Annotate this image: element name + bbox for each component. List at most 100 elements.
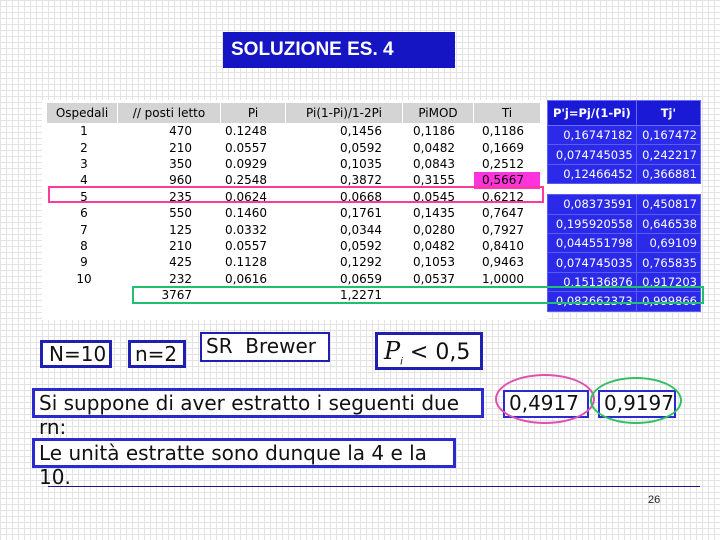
blue-cell: 0,450817 xyxy=(635,194,702,215)
condition-symbol: P xyxy=(384,337,401,365)
random-numbers-sentence: Si suppone di aver estratto i seguenti d… xyxy=(32,388,484,439)
blue-cell: 0,765835 xyxy=(635,252,702,273)
blue-row: 0,12466452 0,366881 xyxy=(547,163,702,185)
table-row: 3 350 0.0929 0,1035 0,0843 0,2512 xyxy=(47,155,541,173)
slide-title: SOLUZIONE ES. 4 xyxy=(223,32,455,68)
table-cell: 550 xyxy=(117,204,221,222)
table-cell: 0,1186 xyxy=(473,123,541,140)
table-cell: 0,1669 xyxy=(473,139,541,156)
conclusion-sentence: Le unità estratte sono dunque la 4 e la … xyxy=(32,438,456,489)
blue-row: 0,074745035 0,765835 xyxy=(547,252,702,273)
row-10-highlight-rect xyxy=(132,286,704,304)
table-cell: 0,0280 xyxy=(402,221,474,238)
condition-box: Pi < 0,5 xyxy=(375,332,483,370)
row-4-highlight-rect xyxy=(48,186,544,203)
table-cell: 0,1035 xyxy=(285,155,403,173)
blue-cell: 0,242217 xyxy=(635,144,702,165)
blue-row xyxy=(547,183,701,195)
table-cell: 0,1292 xyxy=(285,254,403,271)
table-cell: 1,0000 xyxy=(473,270,541,287)
blue-cell: 0,044551798 xyxy=(547,232,637,254)
blue-row: 0,16747182 0,167472 xyxy=(547,124,702,146)
blue-cell: 0,646538 xyxy=(635,213,702,234)
header-ospedali: Ospedali xyxy=(47,103,118,123)
table-cell: 0,0592 xyxy=(285,237,403,255)
table-cell: 0,1456 xyxy=(285,123,403,140)
table-cell: 0,2512 xyxy=(473,155,541,173)
table-cell: 425 xyxy=(117,254,221,271)
table-cell: 0,9463 xyxy=(473,254,541,271)
table-cell: 0,7927 xyxy=(473,221,541,238)
table-cell: 0.1460 xyxy=(220,204,286,222)
table-cell: 210 xyxy=(117,237,221,255)
rn2-ellipse xyxy=(590,377,682,424)
blue-cell: 0,16747182 xyxy=(547,124,637,146)
table-row: 2 210 0.0557 0,0592 0,0482 0,1669 xyxy=(47,139,541,156)
table-cell: 7 xyxy=(47,221,118,238)
blue-row: 0,044551798 0,69109 xyxy=(547,232,702,254)
table-cell: 0,1186 xyxy=(402,123,474,140)
blue-row: 0,074745035 0,242217 xyxy=(547,144,702,165)
blue-cell: 0,074745035 xyxy=(547,252,637,273)
table-cell: 0.0929 xyxy=(220,155,286,173)
table-cell: 0,0592 xyxy=(285,139,403,156)
table-cell: 0,0344 xyxy=(285,221,403,238)
header-pi: Pi xyxy=(220,103,286,123)
table-cell: 350 xyxy=(117,155,221,173)
blue-table-container: P'j=Pj/(1-Pi) Tj' 0,16747182 0,167472 0,07… xyxy=(547,100,702,312)
table-header-row: Ospedali // posti letto Pi Pi(1-Pi)/1-2P… xyxy=(47,103,541,123)
header-tj: Tj' xyxy=(635,100,702,126)
table-cell: 0.0557 xyxy=(220,139,286,156)
header-ti: Ti xyxy=(473,103,541,123)
table-cell: 9 xyxy=(47,254,118,271)
method-label: SR Brewer xyxy=(206,334,316,358)
rn1-ellipse xyxy=(495,374,595,424)
table-cell: 0,0616 xyxy=(220,270,286,287)
header-pi-formula: Pi(1-Pi)/1-2Pi xyxy=(285,103,403,123)
blue-row: 0,195920558 0,646538 xyxy=(547,213,702,234)
blue-row: 0,08373591 0,450817 xyxy=(547,194,702,215)
sample-size-box: n=2 xyxy=(128,340,186,368)
table-cell: 2 xyxy=(47,139,118,156)
table-row: 9 425 0.1128 0,1292 0,1053 0,9463 xyxy=(47,254,541,271)
table-cell: 0.0332 xyxy=(220,221,286,238)
header-pimod: PiMOD xyxy=(402,103,474,123)
table-cell: 0.1128 xyxy=(220,254,286,271)
table-cell: 10 xyxy=(47,270,118,287)
table-cell: 125 xyxy=(117,221,221,238)
page-number: 26 xyxy=(648,494,661,506)
table-row: 1 470 0.1248 0,1456 0,1186 0,1186 xyxy=(47,123,541,140)
table-row: 6 550 0.1460 0,1761 0,1435 0,7647 xyxy=(47,204,541,222)
table-cell: 0,8410 xyxy=(473,237,541,255)
table-cell: 8 xyxy=(47,237,118,255)
table-cell: 0.1248 xyxy=(220,123,286,140)
blue-cell xyxy=(547,183,637,195)
total-cell xyxy=(47,286,118,304)
blue-cell: 0,08373591 xyxy=(547,194,637,215)
blue-cell: 0,366881 xyxy=(635,163,702,185)
table-cell: 0,1053 xyxy=(402,254,474,271)
blue-cell: 0,195920558 xyxy=(547,213,637,234)
table-row: 8 210 0.0557 0,0592 0,0482 0,8410 xyxy=(47,237,541,255)
population-size-box: N=10 xyxy=(40,340,112,368)
header-pj: P'j=Pj/(1-Pi) xyxy=(547,100,637,126)
blue-header-row: P'j=Pj/(1-Pi) Tj' xyxy=(547,100,702,126)
table-cell: 6 xyxy=(47,204,118,222)
table-cell: 0,0537 xyxy=(402,270,474,287)
table-cell: 210 xyxy=(117,139,221,156)
header-posti-letto: // posti letto xyxy=(117,103,221,123)
blue-cell: 0,167472 xyxy=(635,124,702,146)
table-row: 7 125 0.0332 0,0344 0,0280 0,7927 xyxy=(47,221,541,238)
table-cell: 1 xyxy=(47,123,118,140)
table-cell: 470 xyxy=(117,123,221,140)
table-cell: 0,0843 xyxy=(402,155,474,173)
table-cell: 0,1761 xyxy=(285,204,403,222)
table-cell: 0,7647 xyxy=(473,204,541,222)
blue-cell: 0,69109 xyxy=(635,232,702,254)
table-cell: 232 xyxy=(117,270,221,287)
blue-cell xyxy=(636,183,701,195)
condition-rest: < 0,5 xyxy=(402,340,471,365)
blue-cell: 0,074745035 xyxy=(547,144,637,165)
table-cell: 0,0482 xyxy=(402,139,474,156)
table-cell: 0,0659 xyxy=(285,270,403,287)
